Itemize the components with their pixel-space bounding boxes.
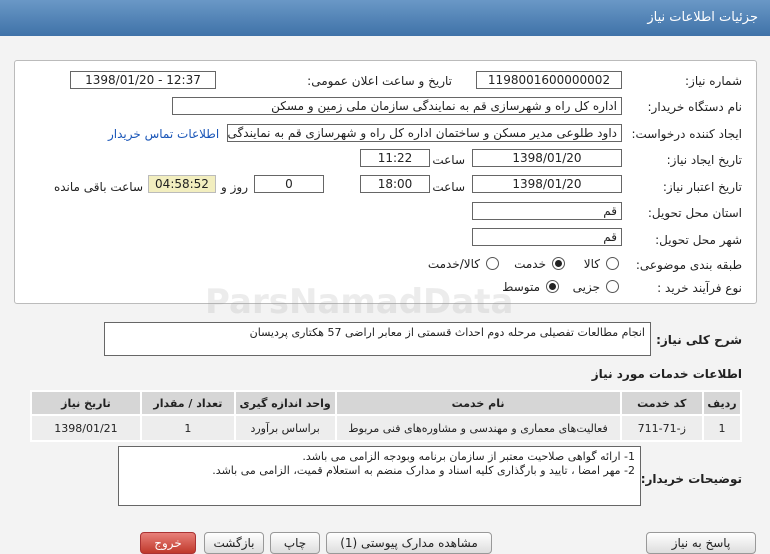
view-attachments-button[interactable]: مشاهده مدارک پیوستی (1) (326, 532, 492, 554)
contact-buyer-link[interactable]: اطلاعات تماس خریدار (108, 127, 219, 141)
col-need-date: تاریخ نیاز (30, 390, 142, 416)
need-number-label: شماره نیاز: (685, 74, 742, 88)
category-option-goods-service: کالا/خدمت (427, 257, 480, 271)
exit-button[interactable]: خروج (140, 532, 196, 554)
col-unit: واحد اندازه گیری (233, 390, 337, 416)
services-title: اطلاعات خدمات مورد نیاز (591, 367, 742, 381)
requester-label: ایجاد کننده درخواست: (631, 127, 742, 141)
process-label: نوع فرآیند خرید : (657, 281, 742, 295)
cell-service-name: فعالیت‌های معماری و مهندسی و مشاوره‌های … (334, 414, 622, 442)
cell-quantity: 1 (139, 414, 236, 442)
buyer-field[interactable]: اداره کل راه و شهرسازی قم به نمایندگی سا… (172, 97, 622, 115)
buyer-note-line-2: 2- مهر امضا ، تایید و بارگذاری کلیه اسنا… (212, 464, 635, 477)
created-time-field[interactable]: 11:22 (360, 149, 430, 167)
validity-date-label: تاریخ اعتبار نیاز: (662, 180, 742, 194)
col-row-number: ردیف (701, 390, 743, 416)
cell-unit: براساس برآورد (233, 414, 337, 442)
col-service-name: نام خدمت (334, 390, 622, 416)
buyer-notes-field: 1- ارائه گواهی صلاحیت معتبر از سازمان بر… (118, 446, 641, 506)
announce-label: تاریخ و ساعت اعلان عمومی: (307, 74, 452, 88)
validity-date-field[interactable]: 1398/01/20 (472, 175, 622, 193)
buyer-notes-label: توضیحات خریدار: (640, 472, 742, 486)
created-time-label: ساعت (432, 153, 465, 167)
process-radio-minor[interactable] (606, 280, 619, 293)
process-radio-medium[interactable] (546, 280, 559, 293)
created-date-label: تاریخ ایجاد نیاز: (666, 153, 742, 167)
validity-time-field[interactable]: 18:00 (360, 175, 430, 193)
category-radio-service[interactable] (552, 257, 565, 270)
page-title: جزئیات اطلاعات نیاز (647, 10, 758, 25)
reply-button[interactable]: پاسخ به نیاز (646, 532, 756, 554)
announce-field[interactable]: 1398/01/20 - 12:37 (70, 71, 216, 89)
cell-row-number: 1 (701, 414, 743, 442)
buyer-note-line-1: 1- ارائه گواهی صلاحیت معتبر از سازمان بر… (302, 450, 635, 463)
buyer-label: نام دستگاه خریدار: (647, 100, 743, 114)
days-remaining-field[interactable]: 0 (254, 175, 324, 193)
province-label: استان محل تحویل: (647, 206, 742, 220)
time-remaining-label: ساعت باقی مانده (53, 180, 143, 194)
cell-service-code: ز-71-711 (619, 414, 704, 442)
city-label: شهر محل تحویل: (655, 233, 742, 247)
category-label: طبقه بندی موضوعی: (635, 258, 742, 272)
validity-time-label: ساعت (432, 180, 465, 194)
col-service-code: کد خدمت (619, 390, 704, 416)
category-option-goods: کالا (583, 257, 600, 271)
table-row: 1 ز-71-711 فعالیت‌های معماری و مهندسی و … (30, 414, 743, 442)
days-label: روز و (221, 180, 248, 194)
province-field[interactable]: قم (472, 202, 622, 220)
category-option-service: خدمت (514, 257, 546, 271)
city-field[interactable]: قم (472, 228, 622, 246)
need-number-field[interactable]: 1198001600000002 (476, 71, 622, 89)
cell-need-date: 1398/01/21 (30, 414, 142, 442)
created-date-field[interactable]: 1398/01/20 (472, 149, 622, 167)
services-header-row: ردیف کد خدمت نام خدمت واحد اندازه گیری ت… (30, 390, 743, 416)
time-remaining-field: 04:58:52 (148, 175, 216, 193)
category-radio-goods-service[interactable] (486, 257, 499, 270)
col-quantity: تعداد / مقدار (139, 390, 236, 416)
summary-label: شرح کلی نیاز: (656, 333, 742, 347)
requester-field[interactable]: داود طلوعی مدیر مسکن و ساختمان اداره کل … (227, 124, 622, 142)
summary-field: انجام مطالعات تفصیلی مرحله دوم احداث قسم… (104, 322, 651, 356)
process-option-medium: متوسط (502, 280, 540, 294)
page-header: جزئیات اطلاعات نیاز (0, 0, 770, 36)
services-table: ردیف کد خدمت نام خدمت واحد اندازه گیری ت… (30, 390, 743, 442)
process-option-minor: جزیی (572, 280, 600, 294)
category-radio-goods[interactable] (606, 257, 619, 270)
print-button[interactable]: چاپ (270, 532, 320, 554)
back-button[interactable]: بازگشت (204, 532, 264, 554)
